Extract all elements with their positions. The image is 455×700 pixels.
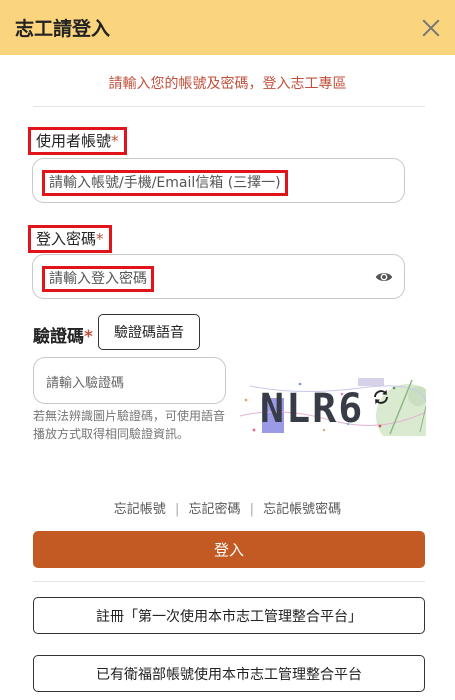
account-placeholder: 請輸入帳號/手機/Email信箱 (三擇一) [42,170,288,196]
register-button[interactable]: 註冊「第一次使用本市志工管理整合平台」 [33,597,425,634]
captcha-label: 驗證碼* [33,327,93,347]
close-icon[interactable] [420,17,442,39]
link-separator: | [249,502,255,517]
divider [33,581,425,582]
captcha-input[interactable]: 請輸入驗證碼 [33,357,226,404]
forgot-account-password-link[interactable]: 忘記帳號密碼 [263,502,341,517]
password-placeholder: 請輸入登入密碼 [42,266,154,292]
login-button[interactable]: 登入 [33,531,425,568]
login-instruction: 請輸入您的帳號及密碼，登入志工專區 [108,76,347,92]
forgot-links: 忘記帳號 | 忘記密碼 | 忘記帳號密碼 [0,498,455,517]
refresh-icon[interactable] [372,388,390,406]
password-input[interactable]: 請輸入登入密碼 [32,254,405,299]
captcha-image: NLR6 [240,376,426,436]
eye-icon[interactable] [375,268,393,286]
divider [33,106,425,107]
password-label: 登入密碼* [28,225,112,253]
captcha-hint: 若無法辨識圖片驗證碼，可使用語音播放方式取得相同驗證資訊。 [33,409,226,441]
forgot-password-link[interactable]: 忘記密碼 [188,502,240,517]
account-label: 使用者帳號* [28,127,127,155]
captcha-voice-button[interactable]: 驗證碼語音 [98,314,200,350]
account-input[interactable]: 請輸入帳號/手機/Email信箱 (三擇一) [32,158,405,203]
existing-account-button[interactable]: 已有衛福部帳號使用本市志工管理整合平台 [33,655,425,692]
link-separator: | [174,502,180,517]
modal-title: 志工請登入 [15,18,111,40]
captcha-text: NLR6 [260,386,364,432]
captcha-placeholder: 請輸入驗證碼 [46,376,125,391]
modal-header: 志工請登入 [0,0,455,55]
forgot-account-link[interactable]: 忘記帳號 [114,502,166,517]
